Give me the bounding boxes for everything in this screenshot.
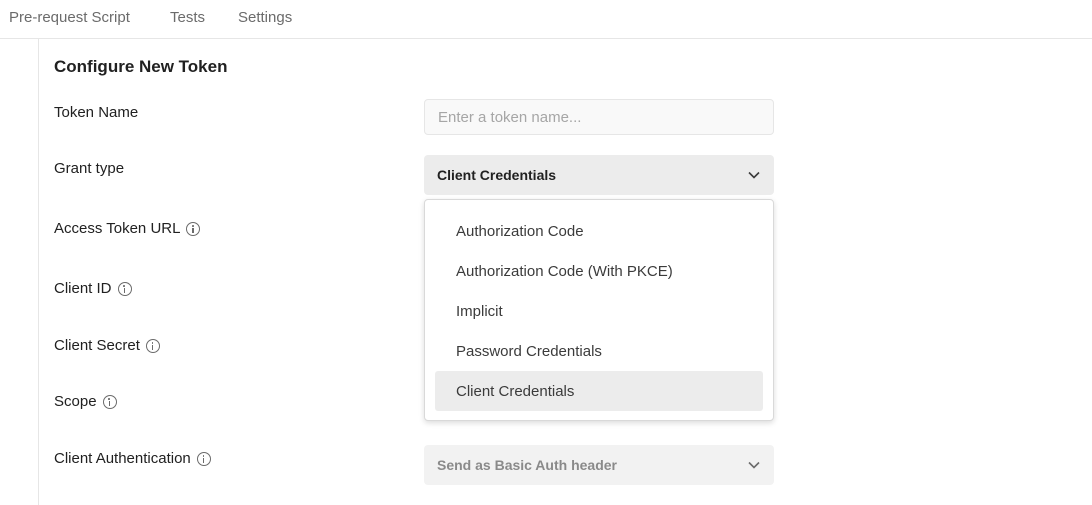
client-authentication-select[interactable]: Send as Basic Auth header [424,445,774,485]
client-id-label: Client ID [54,280,132,298]
info-icon[interactable] [117,282,132,296]
section-divider [38,39,39,505]
info-icon[interactable] [196,452,211,466]
grant-type-select[interactable]: Client Credentials [424,155,774,195]
grant-type-label: Grant type [54,160,124,178]
client-id-label-text: Client ID [54,280,112,297]
tab-settings[interactable]: Settings [238,9,292,27]
chevron-down-icon [747,458,761,472]
info-icon[interactable] [186,222,201,236]
grant-type-dropdown-menu: Authorization Code Authorization Code (W… [424,199,774,421]
token-name-input[interactable] [424,99,774,135]
grant-type-option-authorization-code[interactable]: Authorization Code [435,211,763,251]
tab-pre-request-script[interactable]: Pre-request Script [9,9,130,27]
client-secret-label: Client Secret [54,337,160,355]
grant-type-label-text: Grant type [54,160,125,177]
info-icon[interactable] [102,395,117,409]
grant-type-option-implicit[interactable]: Implicit [435,291,763,331]
request-tab-bar: Pre-request Script Tests Settings [0,0,1092,39]
tab-tests[interactable]: Tests [170,9,205,27]
grant-type-value: Client Credentials [437,167,557,183]
scope-label: Scope [54,393,117,411]
access-token-url-label-text: Access Token URL [54,220,181,237]
client-secret-label-text: Client Secret [54,337,140,354]
grant-type-option-client-credentials[interactable]: Client Credentials [435,371,763,411]
token-name-label-text: Token Name [54,104,139,121]
section-title: Configure New Token [54,57,228,76]
token-name-label: Token Name [54,104,138,122]
chevron-down-icon [747,168,761,182]
client-authentication-label-text: Client Authentication [54,450,191,467]
client-authentication-value: Send as Basic Auth header [437,457,617,473]
info-icon[interactable] [145,339,160,353]
grant-type-option-password-credentials[interactable]: Password Credentials [435,331,763,371]
access-token-url-label: Access Token URL [54,220,201,238]
grant-type-option-authorization-code-pkce[interactable]: Authorization Code (With PKCE) [435,251,763,291]
client-authentication-label: Client Authentication [54,450,211,468]
scope-label-text: Scope [54,393,97,410]
